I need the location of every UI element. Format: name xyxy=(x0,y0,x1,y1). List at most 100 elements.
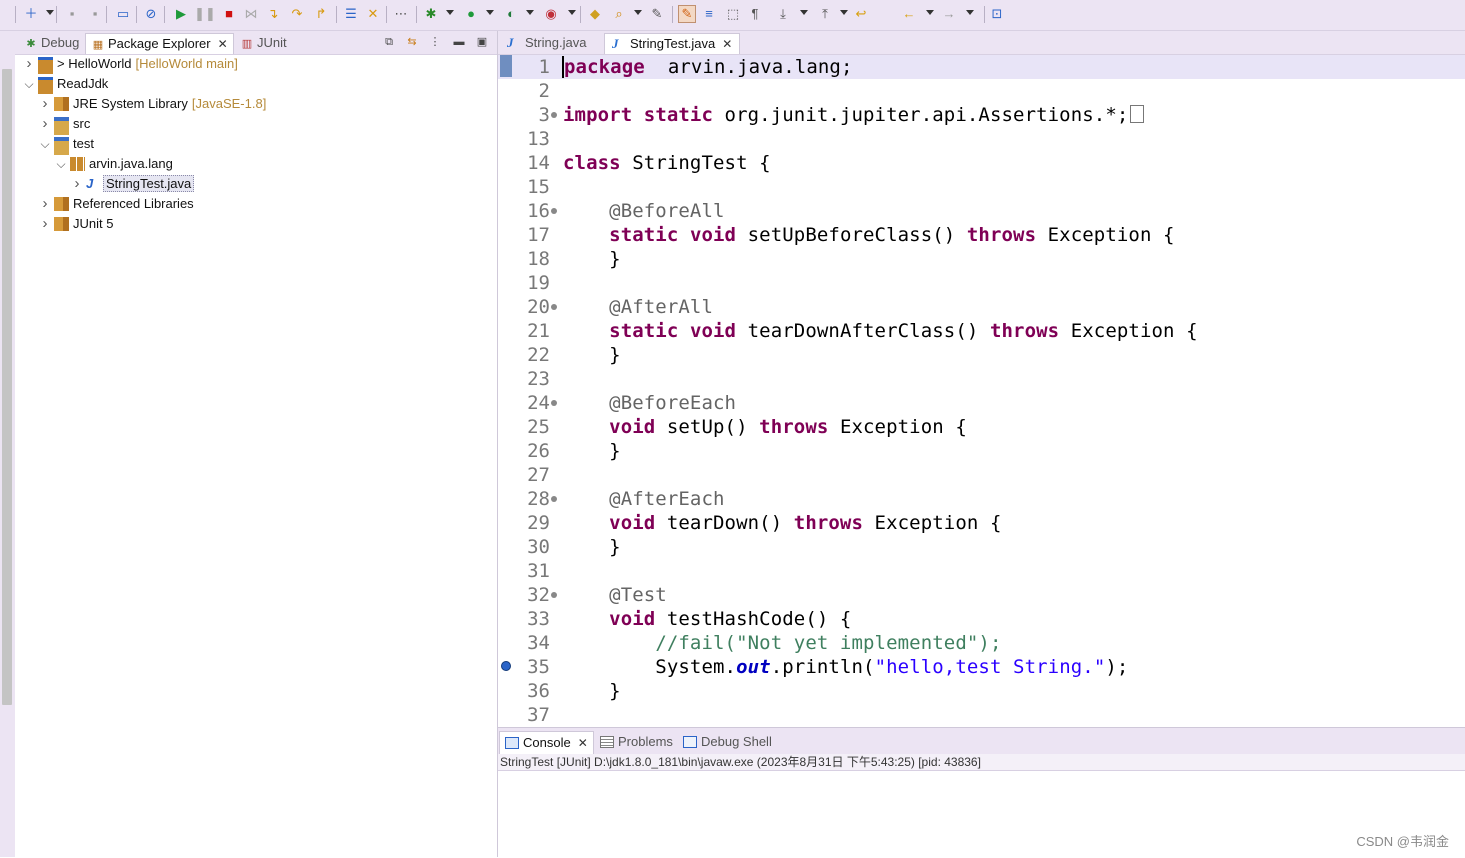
code-line[interactable]: 2 xyxy=(498,79,1465,103)
code-line[interactable]: 3 import static org.junit.jupiter.api.Ass… xyxy=(498,103,1465,127)
chevron-down-icon[interactable] xyxy=(568,10,576,15)
tree-item[interactable]: › src xyxy=(15,114,497,135)
skip-breakpoints-icon[interactable]: ⊘ xyxy=(142,5,160,23)
close-icon[interactable]: ✕ xyxy=(218,34,228,54)
chevron-right-icon[interactable]: › xyxy=(39,194,51,214)
code-line[interactable]: 30 } xyxy=(498,535,1465,559)
fold-toggle-icon[interactable] xyxy=(551,496,557,502)
chevron-down-icon[interactable] xyxy=(526,10,534,15)
save-icon[interactable]: ▪ xyxy=(63,5,81,23)
code-line[interactable]: 16 @BeforeAll xyxy=(498,199,1465,223)
debug-icon[interactable]: ✱ xyxy=(422,5,440,23)
chevron-down-icon[interactable] xyxy=(840,10,848,15)
tab-debug-shell[interactable]: Debug Shell xyxy=(678,731,777,753)
chevron-down-icon[interactable] xyxy=(446,10,454,15)
external-tools-icon[interactable]: ◉ xyxy=(542,5,560,23)
minimize-icon[interactable]: ▬ xyxy=(451,35,467,49)
chevron-down-icon[interactable]: ⌵ xyxy=(23,74,35,94)
code-line[interactable]: 21 static void tearDownAfterClass() thro… xyxy=(498,319,1465,343)
tree-item[interactable]: ⌵ test xyxy=(15,134,497,155)
tree-item[interactable]: › > HelloWorld [HelloWorld main] xyxy=(15,54,497,74)
chevron-down-icon[interactable] xyxy=(486,10,494,15)
chevron-down-icon[interactable] xyxy=(634,10,642,15)
next-annotation-icon[interactable]: ⤓ xyxy=(774,5,792,23)
last-edit-icon[interactable]: ↩ xyxy=(852,5,870,23)
tab-console[interactable]: Console ✕ xyxy=(499,731,594,754)
use-step-filters-icon[interactable]: ⋯ xyxy=(392,5,410,23)
new-icon[interactable]: ＋ xyxy=(22,5,40,23)
fold-toggle-icon[interactable] xyxy=(551,592,557,598)
toggle-mark-occurrences-icon[interactable]: ✎ xyxy=(678,5,696,23)
tab-stringtest-java[interactable]: J StringTest.java ✕ xyxy=(604,33,741,54)
code-line[interactable]: 15 xyxy=(498,175,1465,199)
chevron-down-icon[interactable]: ⌵ xyxy=(39,134,51,154)
save-all-icon[interactable]: ▪ xyxy=(86,5,104,23)
pin-editor-icon[interactable]: ⊡ xyxy=(988,5,1006,23)
code-line[interactable]: 23 xyxy=(498,367,1465,391)
code-line[interactable]: 37 xyxy=(498,703,1465,726)
code-editor[interactable]: 1 package arvin.java.lang; 2 3 import static… xyxy=(498,55,1465,726)
chevron-down-icon[interactable] xyxy=(800,10,808,15)
tree-item[interactable]: › JUnit 5 xyxy=(15,214,497,234)
chevron-down-icon[interactable] xyxy=(46,10,54,15)
search-icon[interactable]: ⌕ xyxy=(610,5,628,23)
code-line[interactable]: 13 xyxy=(498,127,1465,151)
annotation-icon[interactable]: ✎ xyxy=(648,5,666,23)
console-output[interactable] xyxy=(498,771,1465,858)
word-wrap-icon[interactable]: ≡ xyxy=(700,5,718,23)
previous-annotation-icon[interactable]: ⤒ xyxy=(816,5,834,23)
close-icon[interactable]: ✕ xyxy=(722,34,732,54)
code-line[interactable]: 22 } xyxy=(498,343,1465,367)
code-line[interactable]: 36 } xyxy=(498,679,1465,703)
chevron-right-icon[interactable]: › xyxy=(39,94,51,114)
code-line[interactable]: 28 @AfterEach xyxy=(498,487,1465,511)
collapse-all-icon[interactable]: ⧉ xyxy=(381,35,397,49)
terminate-icon[interactable]: ■ xyxy=(220,5,238,23)
fold-toggle-icon[interactable] xyxy=(551,304,557,310)
code-line[interactable]: 14 class StringTest { xyxy=(498,151,1465,175)
chevron-right-icon[interactable]: › xyxy=(39,114,51,134)
show-whitespace-icon[interactable]: ¶ xyxy=(746,5,764,23)
drop-to-frame-icon[interactable]: ✕ xyxy=(364,5,382,23)
open-console-icon[interactable]: ☰ xyxy=(342,5,360,23)
code-line[interactable]: 35 System.out.println("hello,test String… xyxy=(498,655,1465,679)
chevron-down-icon[interactable] xyxy=(966,10,974,15)
breakpoint-icon[interactable] xyxy=(501,661,511,671)
view-menu-icon[interactable]: ⋮ xyxy=(427,35,443,49)
fold-toggle-icon[interactable] xyxy=(551,208,557,214)
close-icon[interactable]: ✕ xyxy=(578,732,588,754)
folded-code-icon[interactable] xyxy=(1130,105,1145,123)
run-icon[interactable]: ● xyxy=(462,5,480,23)
code-line[interactable]: 32 @Test xyxy=(498,583,1465,607)
chevron-down-icon[interactable]: ⌵ xyxy=(55,154,67,174)
code-line[interactable]: 17 static void setUpBeforeClass() throws… xyxy=(498,223,1465,247)
open-type-icon[interactable]: ◆ xyxy=(586,5,604,23)
coverage-icon[interactable]: ◐ xyxy=(502,5,520,23)
code-line[interactable]: 27 xyxy=(498,463,1465,487)
resume-icon[interactable]: ▶ xyxy=(172,5,190,23)
code-line[interactable]: 26 } xyxy=(498,439,1465,463)
code-line[interactable]: 20 @AfterAll xyxy=(498,295,1465,319)
tab-debug[interactable]: ✱ Debug xyxy=(19,33,84,53)
fold-toggle-icon[interactable] xyxy=(551,400,557,406)
code-line[interactable]: 25 void setUp() throws Exception { xyxy=(498,415,1465,439)
chevron-right-icon[interactable]: › xyxy=(23,54,35,74)
back-icon[interactable]: ← xyxy=(900,5,918,23)
tab-problems[interactable]: Problems xyxy=(595,731,678,753)
chevron-right-icon[interactable]: › xyxy=(39,214,51,234)
code-line[interactable]: 18 } xyxy=(498,247,1465,271)
code-line[interactable]: 34 //fail("Not yet implemented"); xyxy=(498,631,1465,655)
tree-item[interactable]: › J StringTest.java xyxy=(15,174,497,194)
code-line[interactable]: 31 xyxy=(498,559,1465,583)
left-scrollbar[interactable] xyxy=(2,69,12,705)
tree-item[interactable]: ⌵ arvin.java.lang xyxy=(15,154,497,174)
tab-string-java[interactable]: J String.java xyxy=(500,33,593,53)
tree-item[interactable]: › Referenced Libraries xyxy=(15,194,497,214)
code-line[interactable]: 24 @BeforeEach xyxy=(498,391,1465,415)
monitor-icon[interactable]: ▭ xyxy=(114,5,132,23)
suspend-icon[interactable]: ❚❚ xyxy=(194,5,216,23)
step-return-icon[interactable]: ↱ xyxy=(312,5,330,23)
maximize-icon[interactable]: ▣ xyxy=(474,35,490,49)
chevron-down-icon[interactable] xyxy=(926,10,934,15)
fold-toggle-icon[interactable] xyxy=(551,112,557,118)
